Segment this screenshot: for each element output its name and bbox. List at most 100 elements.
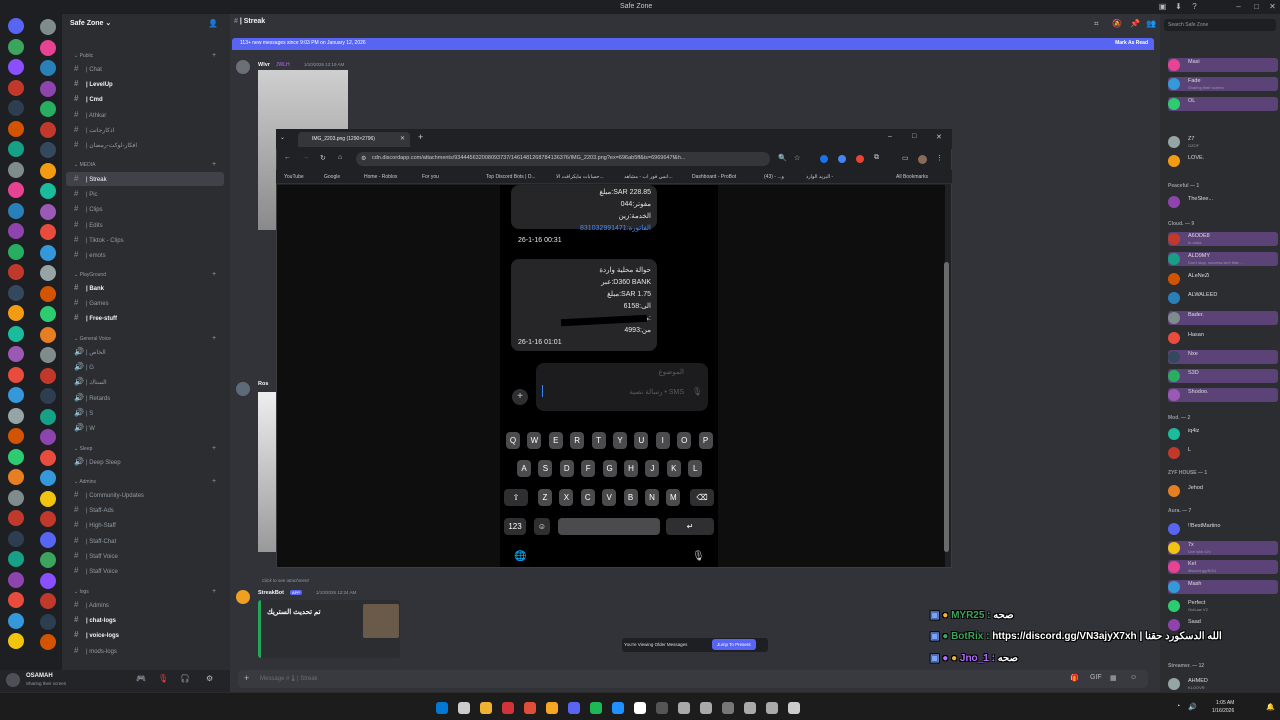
server-icon[interactable] <box>40 121 56 138</box>
add-channel-icon[interactable]: + <box>212 478 216 485</box>
bookmark-item[interactable]: البريد الوارد - <box>806 174 833 180</box>
avatar[interactable] <box>1168 389 1180 401</box>
home-icon[interactable]: ⌂ <box>338 154 342 161</box>
avatar[interactable] <box>1168 351 1180 363</box>
channel-item[interactable]: # | Streak <box>66 172 224 186</box>
server-icon[interactable] <box>40 552 56 568</box>
channel-item[interactable]: # | Cmd <box>74 92 224 106</box>
browser-menu-icon[interactable]: ⋮ <box>936 154 943 162</box>
avatar[interactable] <box>1168 253 1180 265</box>
extension-icon[interactable] <box>838 155 846 163</box>
server-name[interactable]: Safe Zone ⌄ <box>70 19 111 27</box>
member-item[interactable]: ALeNeZi <box>1168 272 1278 286</box>
channel-category[interactable]: ⌄ Public <box>74 53 93 59</box>
channel-item[interactable]: # | Edits <box>74 218 224 232</box>
server-icon[interactable] <box>8 79 24 96</box>
server-icon[interactable] <box>8 182 24 198</box>
channel-item[interactable]: # | chat-logs <box>74 613 224 627</box>
message-author[interactable]: Wlvr <box>258 62 270 68</box>
settings-gear-icon[interactable]: ⚙ <box>206 674 213 683</box>
notification-bell-icon[interactable]: 🔕 <box>1112 19 1122 28</box>
server-icon[interactable] <box>8 18 24 34</box>
wifi-icon[interactable]: ◔ <box>1176 703 1180 710</box>
server-icon[interactable] <box>8 100 24 116</box>
server-icon[interactable] <box>8 387 24 403</box>
avatar[interactable] <box>1168 332 1180 344</box>
channel-item[interactable]: # | Games <box>74 296 224 310</box>
forward-icon[interactable]: → <box>302 154 309 161</box>
volume-icon[interactable]: 🔊 <box>1188 703 1197 711</box>
avatar[interactable] <box>1168 523 1180 535</box>
server-icon[interactable] <box>40 306 56 322</box>
server-icon[interactable] <box>40 60 56 76</box>
gif-icon[interactable]: GIF <box>1090 674 1102 681</box>
server-icon[interactable] <box>40 285 56 302</box>
avatar[interactable] <box>1168 600 1180 612</box>
browser-scrollbar[interactable] <box>944 262 949 552</box>
bookmark-item[interactable]: Home - Roblox <box>364 174 397 180</box>
app-icon[interactable] <box>546 702 558 714</box>
server-icon[interactable] <box>40 367 56 384</box>
avatar[interactable] <box>1168 196 1180 208</box>
server-icon[interactable] <box>8 407 24 424</box>
channel-item[interactable]: # | Admins <box>74 598 224 612</box>
avatar[interactable] <box>1168 485 1180 497</box>
threads-icon[interactable]: ⌗ <box>1094 19 1099 29</box>
channel-category[interactable]: ⌄ MEDIA <box>74 162 95 168</box>
avatar[interactable] <box>1168 678 1180 690</box>
member-item[interactable]: Mash <box>1168 580 1278 594</box>
channel-category[interactable]: ⌄ logs <box>74 589 89 595</box>
notification-icon[interactable]: 🔔 <box>1266 703 1275 711</box>
search-input[interactable]: Search Safe Zone <box>1164 19 1276 31</box>
server-icon[interactable] <box>40 429 56 445</box>
channel-item[interactable]: # | Tiktok - Clips <box>74 233 224 247</box>
app-icon[interactable] <box>634 702 646 714</box>
avatar[interactable] <box>6 673 20 687</box>
server-icon[interactable] <box>40 613 56 630</box>
gamepad-icon[interactable]: 🎮 <box>136 674 146 683</box>
sticker-icon[interactable]: ▦ <box>1110 674 1117 682</box>
member-item[interactable]: Nxe <box>1168 350 1278 364</box>
channel-item[interactable]: # | LevelUp <box>74 77 224 91</box>
member-item[interactable]: TheSlee... <box>1168 195 1278 209</box>
browser-maximize-icon[interactable]: □ <box>912 133 916 140</box>
bookmark-item[interactable]: All Bookmarks <box>896 174 928 180</box>
server-icon[interactable] <box>40 449 56 466</box>
app-icon[interactable] <box>744 702 756 714</box>
avatar[interactable] <box>236 590 250 604</box>
download-icon[interactable]: ⬇ <box>1174 2 1183 11</box>
image-attachment[interactable] <box>258 392 276 552</box>
server-icon[interactable] <box>8 448 24 465</box>
settings-icon[interactable] <box>788 702 800 714</box>
server-icon[interactable] <box>8 120 24 137</box>
avatar[interactable] <box>1168 370 1180 382</box>
member-item[interactable]: Bader. <box>1168 311 1278 325</box>
url-text[interactable]: cdn.discordapp.com/attachments/934445632… <box>372 155 762 161</box>
help-icon[interactable]: ? <box>1190 2 1199 11</box>
add-channel-icon[interactable]: + <box>212 52 216 59</box>
server-icon[interactable] <box>40 634 56 650</box>
server-icon[interactable] <box>40 203 56 220</box>
add-channel-icon[interactable]: + <box>212 445 216 452</box>
server-icon[interactable] <box>40 265 56 281</box>
server-icon[interactable] <box>8 305 24 321</box>
avatar[interactable] <box>1168 98 1180 110</box>
channel-item[interactable]: 🔊 | W <box>74 421 224 435</box>
member-item[interactable]: LOVE. <box>1168 154 1278 168</box>
browser-close-icon[interactable]: ✕ <box>936 133 942 141</box>
minimize-icon[interactable]: – <box>1234 2 1243 11</box>
extension-icon[interactable] <box>820 155 828 163</box>
browser-minimize-icon[interactable]: – <box>888 133 892 140</box>
member-item[interactable]: S3D <box>1168 369 1278 383</box>
avatar[interactable] <box>1168 155 1180 167</box>
avatar[interactable] <box>236 60 250 74</box>
member-item[interactable]: Perfect OutLaw V2 <box>1168 599 1278 613</box>
member-item[interactable]: A6ODE8 In voice <box>1168 232 1278 246</box>
server-icon[interactable] <box>8 59 24 75</box>
channel-item[interactable]: # | اذكارجانت <box>74 123 224 137</box>
spotify-icon[interactable] <box>590 702 602 714</box>
browser-tab[interactable]: IMG_2203.png (1290×2796) ✕ <box>298 132 410 147</box>
tab-menu-icon[interactable]: ⌄ <box>280 134 285 141</box>
server-icon[interactable] <box>40 593 56 609</box>
member-item[interactable]: L <box>1168 446 1278 460</box>
